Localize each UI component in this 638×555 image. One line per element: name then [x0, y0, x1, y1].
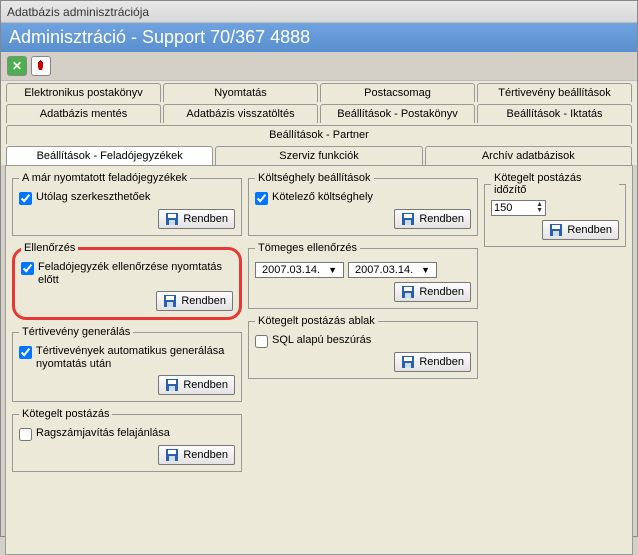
- chk-kotelezo-koltseghely-label: Kötelező költséghely: [272, 191, 373, 204]
- confirm-button[interactable]: ✕: [7, 56, 27, 76]
- chk-ragszam-label: Ragszámjavítás felajánlása: [36, 427, 170, 440]
- floppy-icon: [165, 212, 179, 226]
- tab-beall-postakonyv[interactable]: Beállítások - Postakönyv: [320, 104, 475, 123]
- chk-ragszam[interactable]: [19, 428, 32, 441]
- btn-rendben-tertivveveny[interactable]: Rendben: [158, 375, 235, 395]
- tabs-row-3: Beállítások - Feladójegyzékek Szerviz fu…: [1, 144, 637, 165]
- stop-button[interactable]: [31, 56, 51, 76]
- btn-rendben-koltseghely[interactable]: Rendben: [394, 209, 471, 229]
- tab-beall-iktatas[interactable]: Beállítások - Iktatás: [477, 104, 632, 123]
- floppy-icon: [163, 294, 177, 308]
- btn-rendben-nyomtatott[interactable]: Rendben: [158, 209, 235, 229]
- window: Adatbázis adminisztrációja Adminisztráci…: [0, 0, 638, 537]
- chk-utolag-label: Utólag szerkeszthetőek: [36, 191, 150, 204]
- tab-archiv[interactable]: Archív adatbázisok: [425, 146, 632, 165]
- tab-content: A már nyomtatott feladójegyzékek Utólag …: [5, 165, 633, 555]
- group-nyomtatott-legend: A már nyomtatott feladójegyzékek: [19, 172, 190, 184]
- btn-rendben-kotegelt-post[interactable]: Rendben: [158, 445, 235, 465]
- btn-rendben-idozito[interactable]: Rendben: [542, 220, 619, 240]
- floppy-icon: [165, 378, 179, 392]
- tabs-row-2: Adatbázis mentés Adatbázis visszatöltés …: [1, 102, 637, 144]
- col-3: Kötegelt postázás időzítő 150 ▲ ▼ Rendbe…: [484, 172, 626, 478]
- tabs-row-1: Elektronikus postakönyv Nyomtatás Postac…: [1, 81, 637, 102]
- floppy-icon: [401, 212, 415, 226]
- chk-tertivveveny-auto[interactable]: [19, 346, 32, 359]
- tab-visszatoltes[interactable]: Adatbázis visszatöltés: [163, 104, 318, 123]
- chk-utolag[interactable]: [19, 192, 32, 205]
- group-tertivveveny-legend: Tértivevény generálás: [19, 326, 133, 338]
- btn-rendben-kotegelt-ablak[interactable]: Rendben: [394, 352, 471, 372]
- group-koltseghely-legend: Költséghely beállítások: [255, 172, 374, 184]
- group-nyomtatott: A már nyomtatott feladójegyzékek Utólag …: [12, 172, 242, 236]
- group-idozito-legend: Kötegelt postázás időzítő: [491, 172, 619, 196]
- chk-tertivveveny-auto-label: Tértivevények automatikus generálása nyo…: [36, 345, 235, 371]
- spin-buttons[interactable]: ▲ ▼: [536, 202, 543, 214]
- chk-feladojegyzek-ell[interactable]: [21, 262, 34, 275]
- tab-beall-feladojegyzekek[interactable]: Beállítások - Feladójegyzékek: [6, 146, 213, 165]
- tab-beall-partner[interactable]: Beállítások - Partner: [6, 125, 632, 144]
- group-koltseghely: Költséghely beállítások Kötelező költség…: [248, 172, 478, 236]
- group-tomeges: Tömeges ellenőrzés 2007.03.14. ▼ 2007.03…: [248, 242, 478, 309]
- tab-mentes[interactable]: Adatbázis mentés: [6, 104, 161, 123]
- floppy-icon: [401, 355, 415, 369]
- hand-icon: [34, 59, 48, 73]
- col-1: A már nyomtatott feladójegyzékek Utólag …: [12, 172, 242, 478]
- floppy-icon: [549, 223, 563, 237]
- floppy-icon: [401, 285, 415, 299]
- btn-rendben-tomeges[interactable]: Rendben: [394, 282, 471, 302]
- toolbar: ✕: [1, 52, 637, 81]
- titlebar: Adatbázis adminisztrációja: [1, 1, 637, 23]
- group-idozito: Kötegelt postázás időzítő 150 ▲ ▼ Rendbe…: [484, 172, 626, 247]
- floppy-icon: [165, 448, 179, 462]
- group-kotegelt-post-legend: Kötegelt postázás: [19, 408, 112, 420]
- spin-value: 150: [494, 202, 512, 214]
- col-2: Költséghely beállítások Kötelező költség…: [248, 172, 478, 478]
- chk-sql-beszuras-label: SQL alapú beszúrás: [272, 334, 371, 347]
- date-from[interactable]: 2007.03.14. ▼: [255, 262, 344, 278]
- chk-sql-beszuras[interactable]: [255, 335, 268, 348]
- header: Adminisztráció - Support 70/367 4888: [1, 23, 637, 52]
- group-kotegelt-ablak: Kötegelt postázás ablak SQL alapú beszúr…: [248, 315, 478, 379]
- group-tertivveveny: Tértivevény generálás Tértivevények auto…: [12, 326, 242, 402]
- chevron-down-icon: ▼: [536, 208, 543, 214]
- tab-szerviz[interactable]: Szerviz funkciók: [215, 146, 422, 165]
- btn-rendben-ellenorzes[interactable]: Rendben: [156, 291, 233, 311]
- tab-elektronikus[interactable]: Elektronikus postakönyv: [6, 83, 161, 102]
- tab-tertivveveny-beall[interactable]: Tértivevény beállítások: [477, 83, 632, 102]
- tab-postacsomag[interactable]: Postacsomag: [320, 83, 475, 102]
- chk-kotelezo-koltseghely[interactable]: [255, 192, 268, 205]
- group-ellenorzes-legend: Ellenőrzés: [21, 242, 78, 254]
- group-tomeges-legend: Tömeges ellenőrzés: [255, 242, 360, 254]
- window-title: Adatbázis adminisztrációja: [7, 5, 149, 19]
- date-to[interactable]: 2007.03.14. ▼: [348, 262, 437, 278]
- group-ellenorzes: Ellenőrzés Feladójegyzék ellenőrzése nyo…: [12, 242, 242, 320]
- chevron-down-icon: ▼: [417, 265, 434, 275]
- group-kotegelt-ablak-legend: Kötegelt postázás ablak: [255, 315, 378, 327]
- chevron-down-icon: ▼: [324, 265, 341, 275]
- tab-nyomtatas[interactable]: Nyomtatás: [163, 83, 318, 102]
- spin-idozito[interactable]: 150 ▲ ▼: [491, 200, 546, 216]
- header-title: Adminisztráció - Support 70/367 4888: [9, 27, 310, 47]
- group-kotegelt-postazas: Kötegelt postázás Ragszámjavítás felaján…: [12, 408, 242, 472]
- chk-feladojegyzek-ell-label: Feladójegyzék ellenőrzése nyomtatás előt…: [38, 261, 233, 287]
